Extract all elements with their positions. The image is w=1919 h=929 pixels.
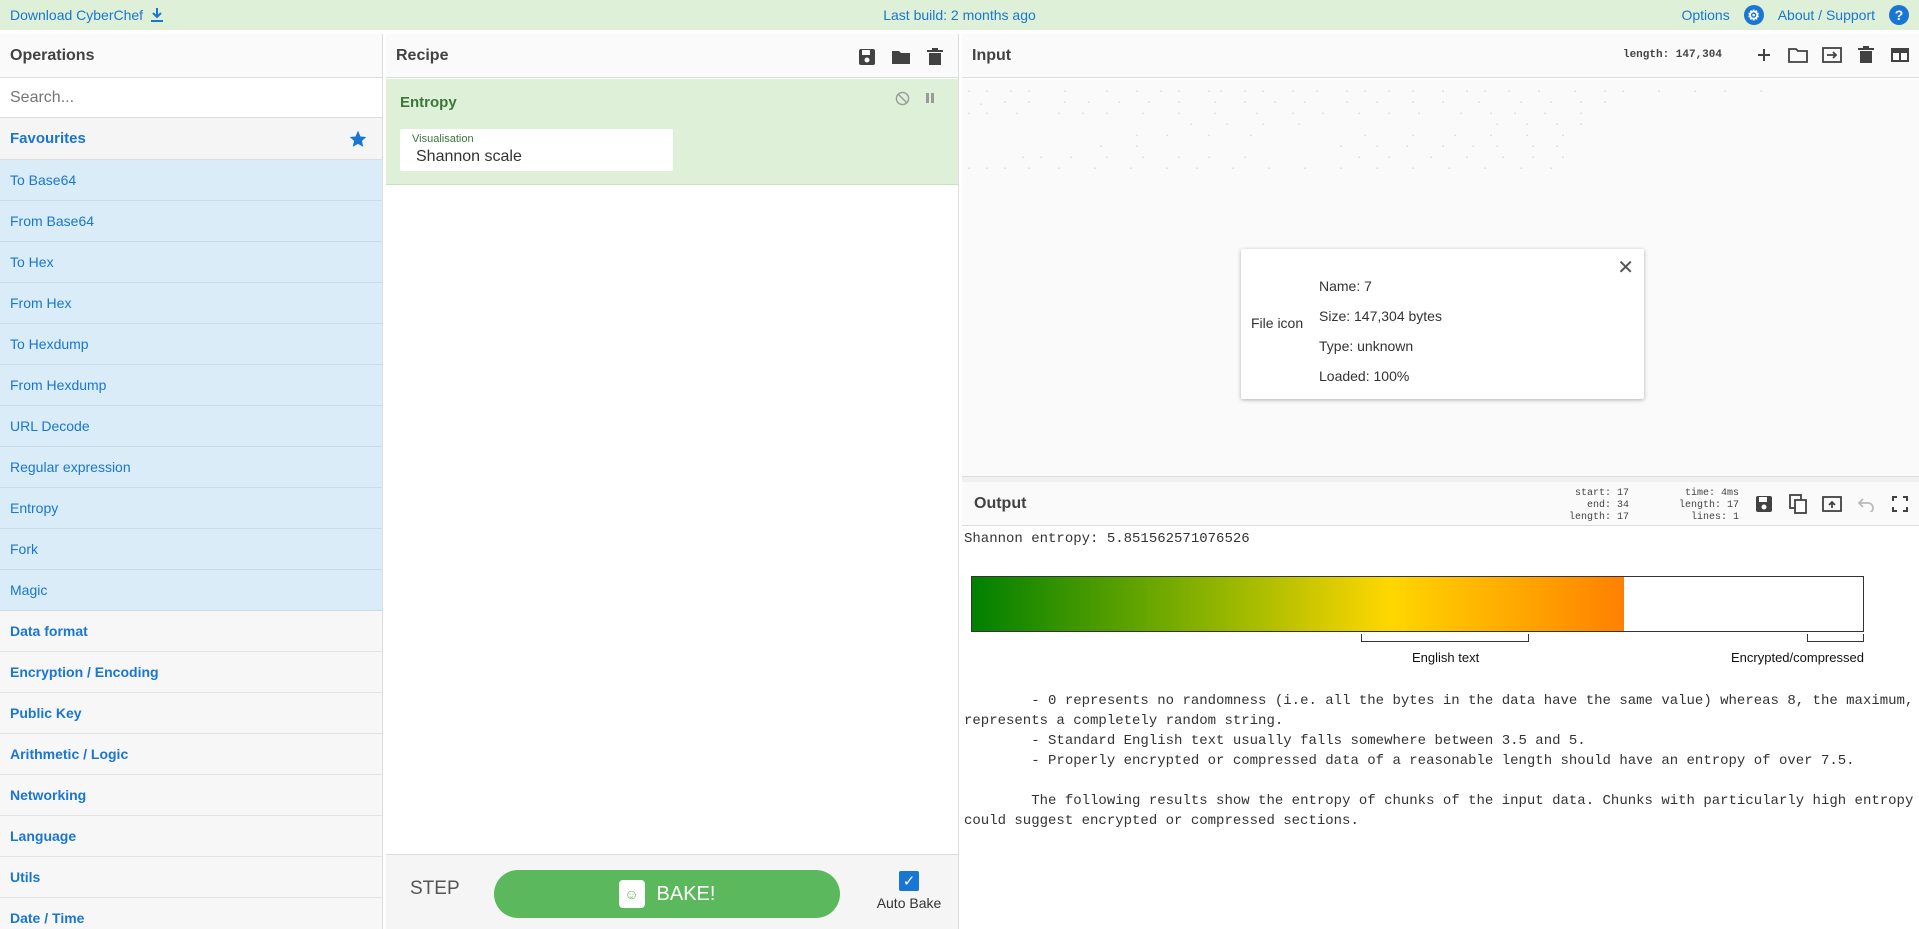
operation-item[interactable]: From Hexdump (0, 365, 382, 406)
bake-controls: STEP ☺ BAKE! ✓ Auto Bake (386, 854, 958, 929)
visualisation-select[interactable]: Visualisation Shannon scale (400, 129, 673, 171)
save-output-icon[interactable] (1753, 493, 1775, 515)
entropy-scale-bar (971, 576, 1864, 632)
category-item[interactable]: Arithmetic / Logic (0, 734, 382, 775)
english-text-label: English text (1412, 650, 1480, 665)
selection-stats: start: 17 end: 34 length: 17 (1569, 488, 1629, 524)
file-type: Type: unknown (1319, 338, 1414, 354)
recipe-header: Recipe (386, 34, 958, 78)
input-length: length: 147,304 (1622, 49, 1722, 61)
copy-icon[interactable] (1787, 493, 1809, 515)
favourites-category[interactable]: Favourites (0, 118, 382, 160)
file-details-popup: ✕ File icon Name: 7 Size: 147,304 bytes … (1241, 249, 1644, 399)
encrypted-bracket (1807, 634, 1864, 642)
operation-item[interactable]: Entropy (0, 488, 382, 529)
input-header: Input length: 147,304 (962, 34, 1919, 78)
file-icon: File icon (1251, 315, 1304, 331)
file-info: Name: 7 Size: 147,304 bytes Type: unknow… (1319, 271, 1442, 391)
output-header: Output start: 17 end: 34 length: 17 time… (962, 482, 1919, 526)
stat-end: end: 34 (1586, 500, 1629, 511)
visualisation-value[interactable]: Shannon scale (416, 148, 522, 166)
favourites-label[interactable]: Favourites (10, 130, 86, 147)
gear-icon[interactable]: ⚙ (1743, 5, 1764, 25)
disable-icon[interactable] (895, 91, 910, 109)
operation-item[interactable]: URL Decode (0, 406, 382, 447)
top-banner: Download CyberChef Last build: 2 months … (0, 0, 1919, 30)
category-item[interactable]: Public Key (0, 693, 382, 734)
trash-icon[interactable] (924, 46, 946, 68)
pause-icon[interactable] (924, 91, 936, 109)
close-icon[interactable]: ✕ (1617, 255, 1634, 280)
input-title: Input (972, 46, 1012, 64)
recipe-operation-card[interactable]: Entropy Visualisation Shannon scale (386, 79, 958, 185)
search-input[interactable] (10, 88, 370, 107)
star-icon[interactable] (348, 129, 368, 149)
help-icon[interactable]: ? (1889, 5, 1909, 25)
undo-icon[interactable] (1855, 493, 1877, 515)
operation-item[interactable]: To Base64 (0, 160, 382, 201)
about-link[interactable]: About / Support (1778, 7, 1875, 23)
english-text-bracket (1361, 634, 1529, 642)
file-name: Name: 7 (1319, 278, 1372, 294)
operation-item[interactable]: From Base64 (0, 201, 382, 242)
operation-item[interactable]: From Hex (0, 283, 382, 324)
search-box[interactable] (0, 78, 382, 118)
io-pane: Input length: 147,304 · · · · · · · · · … (962, 34, 1919, 929)
operations-title: Operations (0, 34, 382, 78)
last-build-text: Last build: 2 months ago (883, 7, 1036, 23)
category-item[interactable]: Utils (0, 857, 382, 898)
output-stats: time: 4ms length: 17 lines: 1 (1679, 488, 1739, 524)
operation-item[interactable]: Magic (0, 570, 382, 611)
auto-bake-label: Auto Bake (876, 895, 942, 911)
operations-pane: Operations Favourites To Base64From Base… (0, 34, 383, 929)
entropy-result: Shannon entropy: 5.851562571076526 (964, 531, 1250, 547)
bake-button[interactable]: ☺ BAKE! (494, 870, 840, 918)
recipe-title: Recipe (396, 46, 449, 64)
operation-item[interactable]: Fork (0, 529, 382, 570)
maximise-icon[interactable] (1889, 493, 1911, 515)
bake-label[interactable]: BAKE! (657, 883, 716, 906)
save-icon[interactable] (856, 46, 878, 68)
category-item[interactable]: Encryption / Encoding (0, 652, 382, 693)
input-textarea[interactable]: · · · · · · · · · · · · · · · · · · · · … (962, 79, 1919, 476)
stat-start: start: 17 (1574, 488, 1629, 499)
auto-bake-checkbox[interactable]: ✓ (899, 871, 919, 891)
open-folder-icon[interactable] (1787, 44, 1809, 66)
category-item[interactable]: Networking (0, 775, 382, 816)
output-area[interactable]: Shannon entropy: 5.851562571076526 Engli… (962, 526, 1919, 929)
step-button[interactable]: STEP (410, 878, 460, 900)
recipe-pane: Recipe Entropy Visualisation Shannon sca… (386, 34, 959, 929)
operation-item[interactable]: Regular expression (0, 447, 382, 488)
encrypted-label: Encrypted/compressed (1731, 650, 1864, 665)
recipe-op-name: Entropy (400, 94, 457, 111)
category-item[interactable]: Date / Time (0, 898, 382, 929)
output-title: Output (974, 495, 1027, 512)
add-tab-icon[interactable] (1753, 44, 1775, 66)
folder-icon[interactable] (890, 46, 912, 68)
input-binary-text: · · · · · · · · · · · · · · · · · · · · … (966, 87, 1765, 175)
stat-time: time: 4ms (1684, 488, 1739, 499)
open-file-icon[interactable] (1821, 44, 1843, 66)
replace-input-icon[interactable] (1821, 493, 1843, 515)
auto-bake-toggle[interactable]: ✓ Auto Bake (864, 871, 954, 911)
stat-lines: lines: 1 (1690, 512, 1739, 523)
entropy-description: - 0 represents no randomness (i.e. all t… (964, 693, 1914, 829)
entropy-scale-fill (972, 577, 1624, 631)
file-size: Size: 147,304 bytes (1319, 308, 1442, 324)
options-link[interactable]: Options (1681, 7, 1729, 23)
operation-item[interactable]: To Hexdump (0, 324, 382, 365)
category-item[interactable]: Data format (0, 611, 382, 652)
layout-icon[interactable] (1889, 44, 1911, 66)
stat-length: length: 17 (1568, 512, 1629, 523)
visualisation-label: Visualisation (412, 133, 474, 145)
operation-item[interactable]: To Hex (0, 242, 382, 283)
stat-length-out: length: 17 (1678, 500, 1739, 511)
file-loaded: Loaded: 100% (1319, 368, 1410, 384)
category-item[interactable]: Language (0, 816, 382, 857)
clear-input-icon[interactable] (1855, 44, 1877, 66)
chef-icon: ☺ (618, 880, 645, 908)
